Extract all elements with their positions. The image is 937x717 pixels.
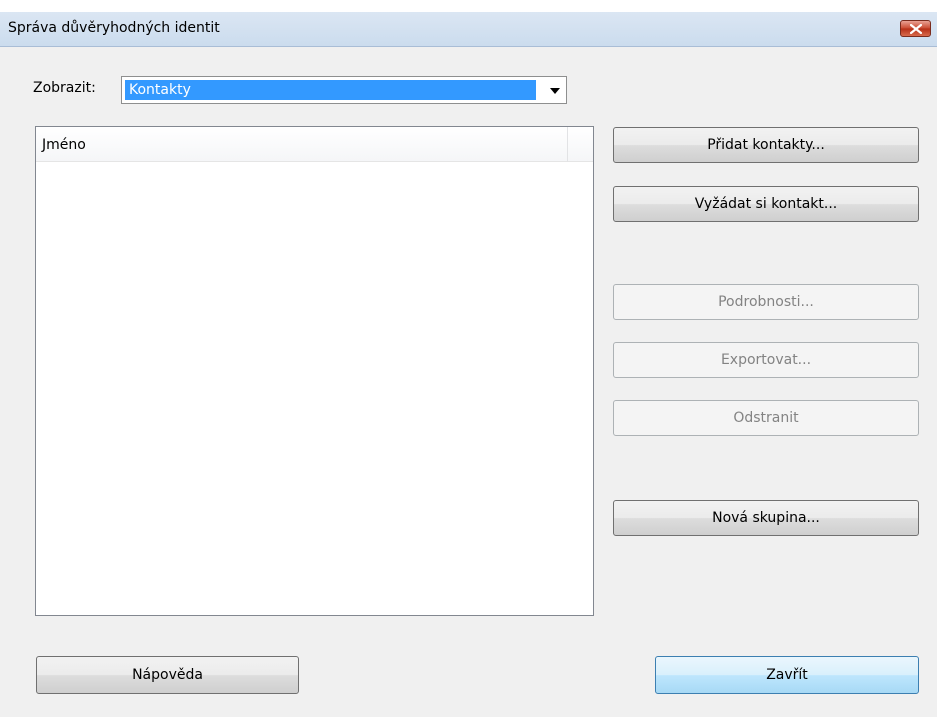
remove-button[interactable]: Odstranit (613, 400, 919, 436)
details-button[interactable]: Podrobnosti... (613, 284, 919, 320)
chevron-down-icon (550, 88, 560, 94)
request-contact-button[interactable]: Vyžádat si kontakt... (613, 186, 919, 222)
window-title: Správa důvěryhodných identit (8, 20, 220, 36)
new-group-button[interactable]: Nová skupina... (613, 500, 919, 536)
export-button[interactable]: Exportovat... (613, 342, 919, 378)
column-header-name[interactable]: Jméno (42, 137, 86, 153)
add-contacts-button[interactable]: Přidat kontakty... (613, 127, 919, 163)
show-select-value: Kontakty (125, 80, 536, 100)
help-button[interactable]: Nápověda (36, 656, 299, 694)
trusted-identities-dialog: Správa důvěryhodných identit Zobrazit: K… (0, 0, 937, 717)
top-strip (0, 0, 937, 12)
title-bar[interactable]: Správa důvěryhodných identit (0, 12, 937, 47)
contacts-list[interactable]: Jméno (35, 126, 594, 616)
list-header: Jméno (36, 127, 593, 162)
show-select[interactable]: Kontakty (121, 76, 567, 104)
column-divider[interactable] (567, 127, 568, 162)
window-close-button[interactable] (900, 20, 931, 37)
close-button[interactable]: Zavřít (655, 656, 919, 694)
show-label: Zobrazit: (33, 80, 96, 96)
close-icon (910, 24, 922, 34)
